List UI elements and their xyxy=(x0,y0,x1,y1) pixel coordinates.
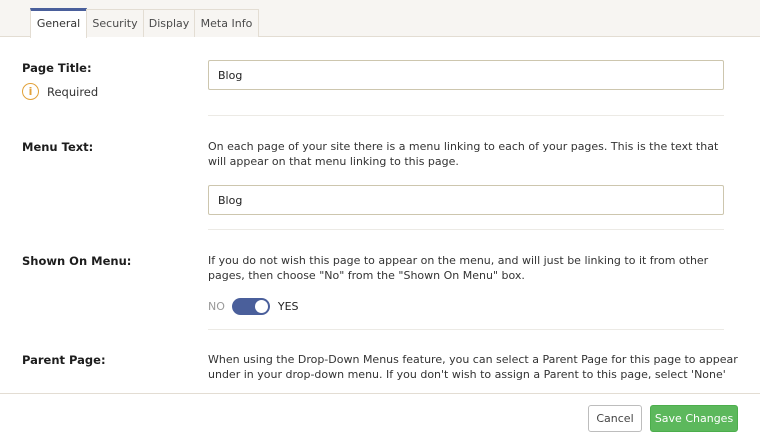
info-icon: i xyxy=(22,83,39,100)
parent-page-description: When using the Drop-Down Menus feature, … xyxy=(208,353,738,381)
page-title-label: Page Title: xyxy=(22,61,92,75)
shown-on-menu-description: If you do not wish this page to appear o… xyxy=(208,254,709,282)
shown-on-menu-toggle[interactable] xyxy=(231,298,270,315)
menu-text-input[interactable] xyxy=(208,185,724,215)
shown-on-menu-label: Shown On Menu: xyxy=(22,254,132,268)
menu-text-label: Menu Text: xyxy=(22,140,94,154)
divider xyxy=(208,329,724,330)
divider xyxy=(208,115,724,116)
toggle-knob xyxy=(254,300,268,313)
tab-meta-info[interactable]: Meta Info xyxy=(194,9,259,37)
save-changes-button[interactable]: Save Changes xyxy=(650,405,738,432)
toggle-on-label: YES xyxy=(277,300,299,313)
menu-text-description: On each page of your site there is a men… xyxy=(208,140,719,168)
shown-on-menu-switch: NO YES xyxy=(208,298,299,315)
divider xyxy=(208,229,724,230)
cancel-button[interactable]: Cancel xyxy=(588,405,642,432)
tab-security[interactable]: Security xyxy=(86,9,144,37)
tab-general[interactable]: General xyxy=(30,8,87,38)
parent-page-label: Parent Page: xyxy=(22,353,106,367)
form-footer: Cancel Save Changes xyxy=(0,393,760,437)
required-text: Required xyxy=(47,84,99,99)
tab-bar: General Security Display Meta Info xyxy=(0,0,760,38)
toggle-off-label: NO xyxy=(208,300,225,313)
tab-display[interactable]: Display xyxy=(143,9,195,37)
page-title-input[interactable] xyxy=(208,60,724,90)
required-indicator: i Required xyxy=(22,83,98,100)
